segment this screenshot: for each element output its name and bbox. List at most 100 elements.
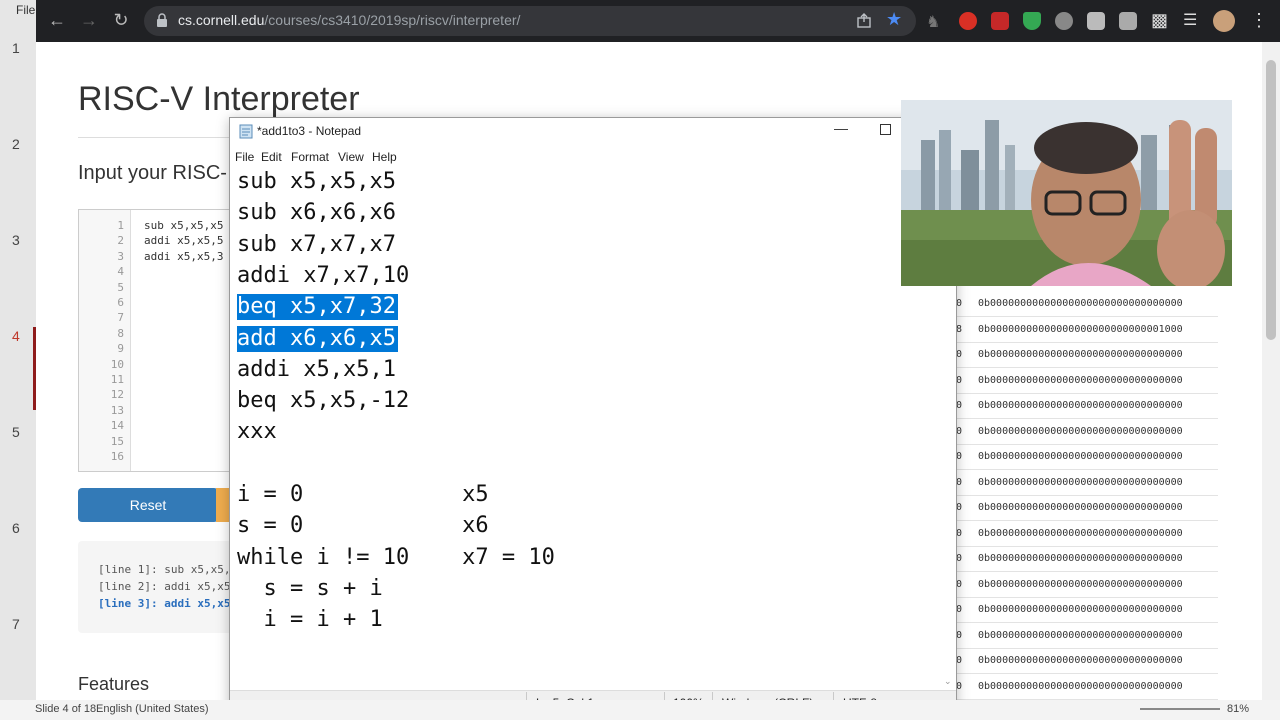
reading-list-icon[interactable] xyxy=(1119,12,1137,30)
table-row: 0 0b00000000000000000000000000000000 xyxy=(952,471,1218,496)
table-row: 0 0b00000000000000000000000000000000 xyxy=(952,420,1218,445)
url-host: cs.cornell.edu xyxy=(178,12,265,28)
page-title: RISC-V Interpreter xyxy=(78,80,360,118)
text-line: sub x6,x6,x6 xyxy=(237,200,396,226)
minimize-icon[interactable]: — xyxy=(834,120,848,136)
line-number: 3 xyxy=(117,249,124,263)
line-number: 16 xyxy=(110,450,124,463)
register-value: 0b00000000000000000000000000000000 xyxy=(978,400,1183,411)
scrollbar-thumb[interactable] xyxy=(1266,60,1276,340)
slide-number[interactable]: 2 xyxy=(12,136,20,152)
register-value: 0b00000000000000000000000000000000 xyxy=(978,349,1183,360)
code-line[interactable]: sub x5,x5,x5 xyxy=(144,219,223,232)
line-number: 7 xyxy=(117,311,124,325)
reload-icon[interactable]: ↻ xyxy=(110,9,132,31)
extension-icon[interactable] xyxy=(991,12,1009,30)
register-value: 0b00000000000000000000000000000000 xyxy=(978,604,1183,615)
reset-button[interactable]: Reset xyxy=(78,488,218,522)
text-line: sub x5,x5,x5 xyxy=(237,169,396,194)
register-value: 0b00000000000000000000000000000000 xyxy=(978,578,1183,590)
zoom-percent[interactable]: 81% xyxy=(1227,703,1249,715)
selected-text-line: beq x5,x7,32 xyxy=(237,294,398,321)
webcam-video xyxy=(901,100,1232,286)
register-value: 0b00000000000000000000000000000000 xyxy=(978,374,1183,386)
register-value: 0b00000000000000000000000000000000 xyxy=(978,655,1183,666)
extension-icon[interactable] xyxy=(1087,12,1105,30)
ppt-file-menu[interactable]: File xyxy=(16,3,35,17)
notepad-title: *add1to3 - Notepad xyxy=(257,124,362,138)
register-value: 0b00000000000000000000000000000000 xyxy=(978,553,1183,564)
slide-number[interactable]: 3 xyxy=(12,232,20,248)
text-line: while i != 10 x7 = 10 xyxy=(237,544,555,570)
zoom-slider[interactable] xyxy=(1140,708,1220,710)
shield-icon[interactable] xyxy=(1023,12,1041,30)
register-value: 0b00000000000000000000000000001000 xyxy=(978,323,1183,335)
line-number: 13 xyxy=(110,403,124,417)
menu-help[interactable]: Help xyxy=(372,150,397,164)
share-icon[interactable] xyxy=(856,13,872,29)
line-number: 11 xyxy=(110,373,124,386)
menu-format[interactable]: Format xyxy=(291,150,329,164)
slide-number[interactable]: 6 xyxy=(12,520,20,536)
table-row: 0 0b00000000000000000000000000000000 xyxy=(952,496,1218,521)
menu-edit[interactable]: Edit xyxy=(261,150,282,164)
table-row: 0 0b00000000000000000000000000000000 xyxy=(952,675,1218,700)
slide-number[interactable]: 7 xyxy=(12,616,20,632)
text-line: s = 0 x6 xyxy=(237,513,489,539)
bookmark-star-icon[interactable]: ★ xyxy=(886,9,902,30)
kebab-menu-icon[interactable]: ⋮ xyxy=(1250,10,1268,31)
extension-icon[interactable] xyxy=(1055,12,1073,30)
line-number: 2 xyxy=(117,234,124,248)
table-row: 0 0b00000000000000000000000000000000 xyxy=(952,522,1218,547)
lock-icon xyxy=(157,13,167,27)
table-row: 0 0b00000000000000000000000000000000 xyxy=(952,649,1218,674)
menu-file[interactable]: File xyxy=(235,150,254,164)
table-row: 0 0b00000000000000000000000000000000 xyxy=(952,573,1218,598)
scroll-down-icon[interactable]: ⌄ xyxy=(944,676,952,687)
table-row: 0 0b00000000000000000000000000000000 xyxy=(952,343,1218,368)
url-text[interactable]: cs.cornell.edu/courses/cs3410/2019sp/ris… xyxy=(178,12,520,28)
code-line[interactable]: addi x5,x5,5 xyxy=(144,234,223,247)
register-value: 0b00000000000000000000000000000000 xyxy=(978,527,1183,539)
text-line: i = i + 1 xyxy=(237,607,383,633)
text-line: xxx xyxy=(237,419,277,445)
table-row: 0 0b00000000000000000000000000000000 xyxy=(952,292,1218,317)
register-value: 0b00000000000000000000000000000000 xyxy=(978,476,1183,488)
puzzle-icon[interactable]: ▩ xyxy=(1151,10,1168,31)
back-icon[interactable]: ← xyxy=(46,9,68,31)
slide-number[interactable]: 5 xyxy=(12,424,20,440)
forward-icon[interactable]: → xyxy=(78,9,100,31)
extension-icon[interactable]: ♞ xyxy=(926,12,944,31)
table-row: 0 0b00000000000000000000000000000000 xyxy=(952,445,1218,470)
line-number: 1 xyxy=(117,219,124,232)
table-row: 0 0b00000000000000000000000000000000 xyxy=(952,369,1218,394)
code-line[interactable]: addi x5,x5,3 xyxy=(144,250,223,263)
slide-thumbnail-strip xyxy=(0,0,36,720)
section-heading: Input your RISC- xyxy=(78,162,227,184)
maximize-icon[interactable] xyxy=(880,124,891,135)
line-number: 4 xyxy=(117,265,124,279)
menu-view[interactable]: View xyxy=(338,150,364,164)
line-number: 14 xyxy=(110,419,124,433)
slide-number[interactable]: 1 xyxy=(12,40,20,56)
line-number: 6 xyxy=(117,296,124,309)
avatar[interactable] xyxy=(1213,10,1235,32)
features-heading: Features xyxy=(78,674,150,694)
text-line: addi x5,x5,1 xyxy=(237,356,396,382)
extension-icon[interactable] xyxy=(959,12,977,30)
text-line: s = s + i xyxy=(237,575,383,601)
console-line: [line 1]: sub x5,x5, xyxy=(98,563,231,576)
table-row: 0 0b00000000000000000000000000000000 xyxy=(952,598,1218,623)
register-value: 0b00000000000000000000000000000000 xyxy=(978,629,1183,641)
line-number: 15 xyxy=(110,434,124,448)
register-value: 0b00000000000000000000000000000000 xyxy=(978,451,1183,462)
table-row: 0 0b00000000000000000000000000000000 xyxy=(952,547,1218,572)
console-line: [line 2]: addi x5,x5 xyxy=(98,580,231,593)
slide-number[interactable]: 4 xyxy=(12,328,20,344)
line-number: 9 xyxy=(117,342,124,356)
table-row: 0 0b00000000000000000000000000000000 xyxy=(952,394,1218,419)
media-icon[interactable]: ☰ xyxy=(1183,10,1197,30)
language-indicator[interactable]: English (United States) xyxy=(96,703,209,715)
text-line: addi x7,x7,10 xyxy=(237,262,410,288)
table-row: 8 0b00000000000000000000000000001000 xyxy=(952,318,1218,343)
